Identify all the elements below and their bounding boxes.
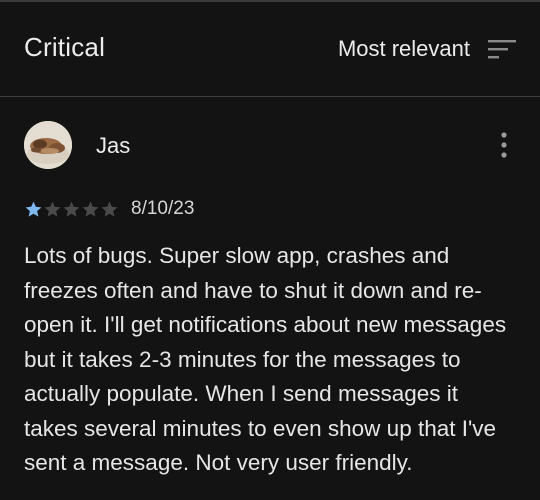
review-date: 8/10/23 (131, 198, 195, 219)
author-name: Jas (96, 133, 131, 158)
review-card: Jas 8/10/23 Lots of bugs. Super slow app… (0, 97, 540, 500)
screen: Critical Most relevant Jas 8/10/23 Lots … (0, 0, 540, 500)
star-rating (24, 200, 119, 219)
rating-row: 8/10/23 (24, 197, 194, 221)
reviews-header: Critical Most relevant (0, 2, 540, 96)
author-avatar[interactable] (24, 121, 72, 169)
star-empty-icon (82, 201, 99, 217)
sort-button[interactable]: Most relevant (338, 28, 516, 70)
sort-icon (488, 40, 516, 59)
star-empty-icon (44, 201, 61, 217)
more-vert-icon (501, 132, 507, 158)
avatar-image (24, 121, 72, 169)
sort-label: Most relevant (337, 36, 470, 61)
filter-label: Critical (24, 32, 106, 62)
review-text: Lots of bugs. Super slow app, crashes an… (24, 243, 507, 475)
more-options-button[interactable] (492, 131, 516, 159)
star-filled-icon (25, 201, 42, 217)
star-empty-icon (101, 201, 118, 217)
star-empty-icon (63, 201, 80, 217)
